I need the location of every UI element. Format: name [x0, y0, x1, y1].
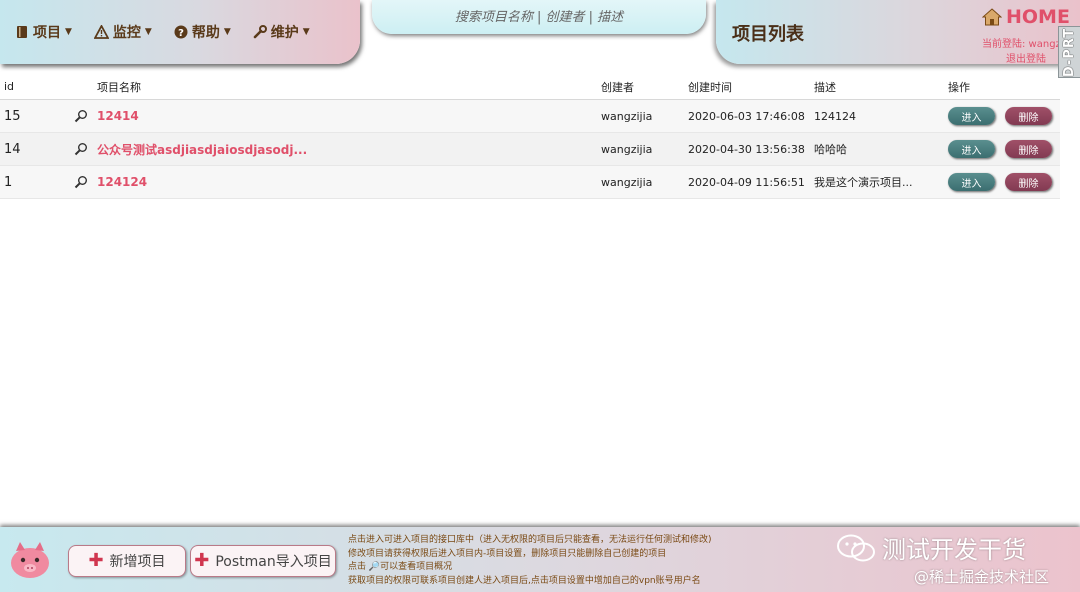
caret-down-icon: ▼: [302, 27, 310, 37]
add-project-button[interactable]: ✚ 新增项目: [68, 545, 186, 577]
house-icon: [982, 8, 1002, 26]
caret-down-icon: ▼: [223, 27, 231, 37]
delete-button[interactable]: 删除: [1005, 173, 1052, 191]
row-created: 2020-04-09 11:56:51: [688, 175, 805, 189]
wrench-icon: [253, 25, 267, 39]
table-header: id 项目名称 创建者 创建时间 描述 操作: [0, 74, 1060, 100]
menu-monitor-label: 监控: [112, 25, 141, 41]
note-line: 点击进入可进入项目的接口库中（进入无权限的项目后只能查看，无法运行任何测试和修改…: [348, 535, 712, 545]
search-bar: [372, 0, 706, 34]
table-row: 1 124124 wangzijia 2020-04-09 11:56:51 我…: [0, 166, 1060, 199]
table-row: 15 12414 wangzijia 2020-06-03 17:46:08 1…: [0, 100, 1060, 133]
note-line: 点击 🔎可以查看项目概况: [348, 562, 453, 572]
row-ops: 进入 删除: [948, 100, 1052, 132]
magnifier-icon[interactable]: [74, 166, 88, 198]
add-project-label: 新增项目: [109, 554, 166, 570]
project-name-link[interactable]: 12414: [97, 100, 139, 132]
row-desc: 我是这个演示项目...: [814, 176, 913, 189]
row-desc: 124124: [814, 109, 856, 123]
note-line: 获取项目的权限可联系项目创建人进入项目后,点击项目设置中增加自己的vpn账号用户…: [348, 575, 701, 586]
plus-icon: ✚: [88, 550, 104, 571]
row-desc: 哈哈哈: [814, 143, 847, 156]
pig-mascot-icon: [11, 542, 49, 578]
postman-import-label: Postman导入项目: [215, 554, 332, 570]
help-notes: 点击进入可进入项目的接口库中（进入无权限的项目后只能查看，无法运行任何测试和修改…: [348, 534, 712, 588]
footer-bar: ✚ 新增项目 ✚ Postman导入项目 点击进入可进入项目的接口库中（进入无权…: [0, 527, 1080, 592]
svg-text:?: ?: [178, 28, 184, 39]
plus-icon: ✚: [194, 550, 210, 571]
row-creator: wangzijia: [601, 109, 653, 123]
menu-help[interactable]: ? 帮助 ▼: [174, 22, 231, 42]
row-ops: 进入 删除: [948, 166, 1052, 198]
menu-project-label: 项目: [33, 25, 61, 41]
warning-icon: [93, 25, 109, 39]
row-ops: 进入 删除: [948, 133, 1052, 165]
main-menu: 项目 ▼ 监控 ▼ ? 帮助 ▼ 维护 ▼: [0, 0, 360, 64]
question-icon: ?: [174, 25, 188, 39]
page-title: 项目列表: [732, 24, 804, 45]
enter-button[interactable]: 进入: [948, 107, 995, 125]
magnifier-icon[interactable]: [74, 133, 88, 165]
book-icon: [17, 26, 27, 38]
menu-monitor[interactable]: 监控 ▼: [93, 22, 152, 42]
project-name-link[interactable]: 公众号测试asdjiasdjaiosdjasodj...: [97, 133, 307, 165]
table-row: 14 公众号测试asdjiasdjaiosdjasodj... wangziji…: [0, 133, 1060, 166]
row-id: 15: [4, 108, 21, 124]
magnifier-icon[interactable]: [74, 100, 88, 132]
row-created: 2020-04-30 13:56:38: [688, 142, 805, 156]
row-creator: wangzijia: [601, 142, 653, 156]
menu-help-label: 帮助: [191, 25, 220, 41]
header-creator: 创建者: [601, 80, 634, 94]
watermark-main-text: 测试开发干货: [882, 536, 1026, 564]
row-created: 2020-06-03 17:46:08: [688, 109, 805, 123]
menu-maintain-label: 维护: [270, 25, 299, 41]
header-id: id: [4, 80, 15, 93]
row-id: 14: [4, 141, 21, 157]
project-table: id 项目名称 创建者 创建时间 描述 操作 15 12414 wangziji…: [0, 74, 1060, 199]
dprt-label: D-PRT: [1062, 27, 1077, 77]
title-panel: 项目列表 HOME 当前登陆: wangzijia 退出登陆: [716, 0, 1080, 65]
delete-button[interactable]: 删除: [1005, 140, 1052, 158]
postman-import-button[interactable]: ✚ Postman导入项目: [190, 545, 336, 577]
header-desc: 描述: [814, 80, 836, 94]
watermark-sub-text: @稀土掘金技术社区: [914, 568, 1050, 586]
home-link[interactable]: HOME: [982, 6, 1070, 28]
row-id: 1: [4, 174, 13, 190]
project-name-link[interactable]: 124124: [97, 166, 147, 198]
search-input[interactable]: [372, 0, 706, 34]
delete-button[interactable]: 删除: [1005, 107, 1052, 125]
header-ops: 操作: [948, 80, 970, 94]
logout-link[interactable]: 退出登陆: [1006, 50, 1046, 65]
caret-down-icon: ▼: [65, 27, 72, 37]
header-name: 项目名称: [97, 80, 141, 94]
menu-maintain[interactable]: 维护 ▼: [253, 22, 310, 42]
watermark: 测试开发干货: [836, 530, 1026, 565]
home-label: HOME: [1006, 6, 1070, 28]
caret-down-icon: ▼: [144, 27, 152, 37]
menu-project[interactable]: 项目 ▼: [16, 22, 72, 42]
header-created: 创建时间: [688, 80, 732, 94]
wechat-icon: [837, 534, 875, 561]
row-creator: wangzijia: [601, 175, 653, 189]
enter-button[interactable]: 进入: [948, 173, 995, 191]
note-line: 修改项目请获得权限后进入项目内-项目设置，删除项目只能删除自己创建的项目: [348, 548, 667, 559]
dprt-side-tab[interactable]: D-PRT: [1058, 26, 1080, 78]
enter-button[interactable]: 进入: [948, 140, 995, 158]
